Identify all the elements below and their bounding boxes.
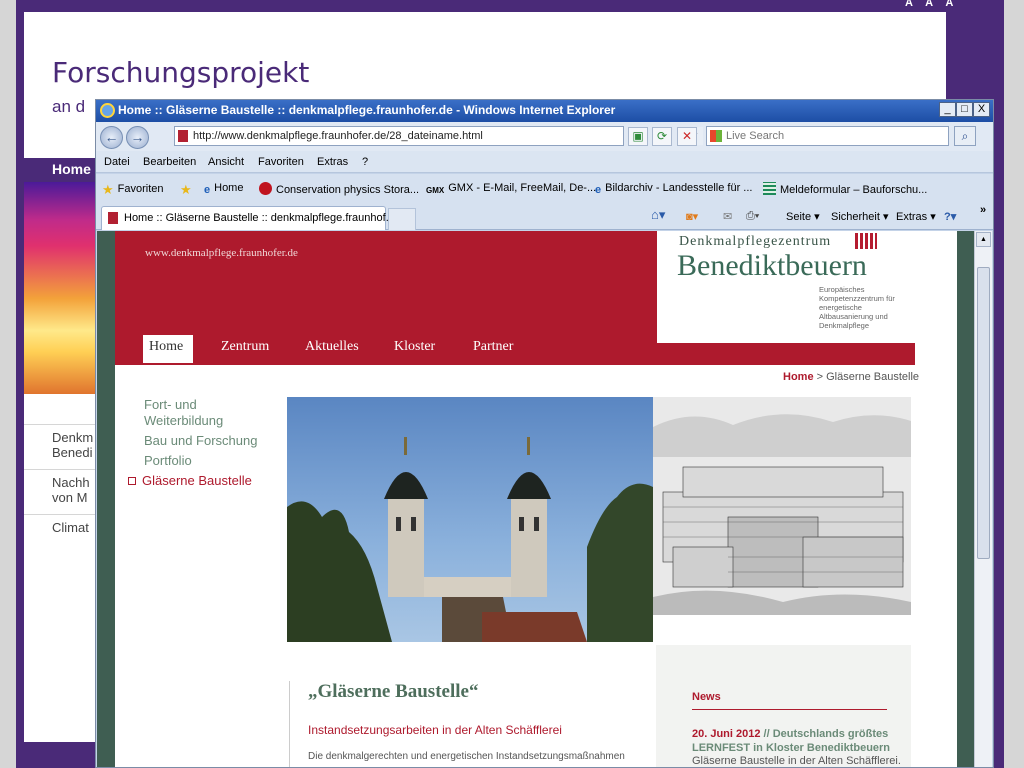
page-menu[interactable]: Seite ▾ (786, 210, 820, 223)
outer-top-strip (16, 0, 1004, 12)
print-icon[interactable]: ⎙▾ (746, 210, 759, 223)
menu-ansicht[interactable]: Ansicht (208, 156, 244, 168)
fav-meldeformular[interactable]: Meldeformular – Bauforschu... (763, 182, 927, 196)
form-icon (763, 182, 776, 195)
tab-active[interactable]: Home :: Gläserne Baustelle :: denkmalpfl… (101, 206, 395, 230)
search-placeholder: Live Search (726, 130, 785, 142)
star-icon: ★ (102, 182, 114, 197)
news-divider (692, 709, 887, 710)
article-title: „Gläserne Baustelle“ (308, 681, 479, 702)
ie-page-icon: e (204, 184, 211, 196)
help-icon[interactable]: ?▾ (944, 210, 956, 223)
new-tab-button[interactable] (388, 208, 416, 230)
news-heading: News (692, 691, 721, 703)
expand-bullet-icon (128, 477, 136, 485)
minimize-button[interactable]: _ (939, 102, 956, 117)
fav-home[interactable]: e Home (204, 182, 243, 197)
safety-menu[interactable]: Sicherheit ▾ (831, 210, 889, 223)
scroll-up-icon[interactable]: ▲ (976, 232, 991, 247)
news-description: Gläserne Baustelle in der Alten Schäffle… (692, 755, 901, 767)
breadcrumb-current: > Gläserne Baustelle (813, 371, 920, 383)
address-url: http://www.denkmalpflege.fraunhofer.de/2… (193, 130, 483, 142)
sidebar-item-portfolio[interactable]: Portfolio (144, 453, 274, 469)
site-logo[interactable]: Denkmalpflegezentrum Benediktbeuern Euro… (657, 231, 915, 343)
site-url-text: www.denkmalpflege.fraunhofer.de (145, 247, 298, 259)
logo-supertitle: Denkmalpflegezentrum (679, 234, 832, 249)
sidebar-item-glaeserne-baustelle[interactable]: Gläserne Baustelle (128, 473, 274, 489)
fav-conservation-physics[interactable]: Conservation physics Stora... (259, 182, 419, 196)
scroll-thumb[interactable] (977, 267, 990, 559)
fav-bildarchiv[interactable]: e Bildarchiv - Landesstelle für ... (595, 182, 752, 197)
outer-nav-home[interactable]: Home (52, 161, 91, 177)
compatibility-icon[interactable]: ▣ (628, 127, 648, 146)
church-towers-photo (287, 397, 653, 642)
breadcrumb-home[interactable]: Home (783, 371, 814, 383)
maximize-button[interactable]: □ (956, 102, 973, 117)
toolbar-overflow[interactable]: » (980, 204, 986, 216)
tools-menu[interactable]: Extras ▾ (896, 210, 936, 223)
site-nav-partner[interactable]: Partner (473, 339, 513, 355)
stop-icon[interactable]: ✕ (677, 127, 697, 146)
refresh-icon[interactable]: ⟳ (652, 127, 672, 146)
menu-favoriten[interactable]: Favoriten (258, 156, 304, 168)
ie-logo-icon (100, 103, 115, 118)
menu-help[interactable]: ? (362, 156, 368, 168)
slide-left-margin (0, 0, 16, 768)
feeds-icon[interactable]: ◙▾ (686, 210, 698, 223)
site-header: www.denkmalpflege.fraunhofer.de Denkmalp… (115, 231, 915, 365)
mail-icon[interactable]: ✉ (723, 210, 732, 223)
home-icon[interactable]: ⌂▾ (651, 207, 665, 223)
tab-label: Home :: Gläserne Baustelle :: denkmalpfl… (124, 212, 395, 224)
site-nav-aktuelles[interactable]: Aktuelles (305, 339, 359, 355)
news-sidebar: News 20. Juni 2012 // Deutschlands größt… (656, 645, 911, 767)
gmx-icon: GMX (426, 186, 445, 195)
fraunhofer-stripes-icon (855, 233, 877, 249)
search-icon[interactable]: ⌕ (954, 126, 976, 146)
menu-bearbeiten[interactable]: Bearbeiten (143, 156, 196, 168)
content-divider (289, 681, 290, 767)
sidebar: Fort- und Weiterbildung Bau und Forschun… (128, 397, 274, 493)
article-subtitle: Instandsetzungsarbeiten in der Alten Sch… (308, 723, 562, 737)
address-bar-row: ← → http://www.denkmalpflege.fraunhofer.… (96, 122, 993, 151)
site-nav-kloster[interactable]: Kloster (394, 339, 435, 355)
site-nav-home[interactable]: Home (143, 335, 193, 363)
sidebar-item-weiterbildung[interactable]: Fort- und Weiterbildung (144, 397, 274, 429)
sidebar-item-bau-forschung[interactable]: Bau und Forschung (144, 433, 274, 449)
close-button[interactable]: X (973, 102, 990, 117)
slide-right-margin (1004, 0, 1024, 768)
menu-bar: Datei Bearbeiten Ansicht Favoriten Extra… (96, 151, 993, 173)
favorites-button[interactable]: ★ Favoriten (102, 182, 164, 197)
website: www.denkmalpflege.fraunhofer.de Denkmalp… (115, 231, 957, 767)
add-favorite-icon[interactable]: ★ (180, 182, 196, 197)
window-title: Home :: Gläserne Baustelle :: denkmalpfl… (118, 103, 616, 117)
vertical-scrollbar[interactable]: ▲ (974, 231, 992, 767)
font-size-switcher[interactable]: A A A (905, 0, 958, 9)
outer-page-subtitle: an d (52, 97, 86, 116)
title-bar: Home :: Gläserne Baustelle :: denkmalpfl… (96, 100, 993, 122)
news-item[interactable]: 20. Juni 2012 // Deutschlands größtes LE… (692, 727, 902, 755)
outer-page-title: Forschungsprojekt (52, 56, 310, 89)
windows-logo-icon (710, 130, 722, 142)
tab-favicon-icon (108, 212, 118, 224)
site-nav-zentrum[interactable]: Zentrum (221, 339, 269, 355)
back-button[interactable]: ← (100, 126, 123, 149)
page-viewport: www.denkmalpflege.fraunhofer.de Denkmalp… (97, 231, 974, 767)
logo-tagline: Europäisches Kompetenzzentrum für energe… (819, 285, 895, 330)
forward-button[interactable]: → (126, 126, 149, 149)
fav-gmx[interactable]: GMX GMX - E-Mail, FreeMail, De-... (426, 182, 596, 199)
address-field[interactable]: http://www.denkmalpflege.fraunhofer.de/2… (174, 126, 703, 146)
fraunhofer-icon (259, 182, 272, 195)
favorites-bar: ★ Favoriten ★ e Home Conservation physics … (96, 174, 993, 202)
site-favicon-icon (178, 130, 188, 142)
search-input[interactable]: Live Search (706, 126, 949, 146)
article-text: Die denkmalgerechten und energetischen I… (308, 751, 625, 762)
browser-window: Home :: Gläserne Baustelle :: denkmalpfl… (95, 99, 994, 768)
ie-page-icon: e (595, 184, 602, 196)
logo-title: Benediktbeuern (677, 249, 867, 282)
tab-bar: Home :: Gläserne Baustelle :: denkmalpfl… (96, 202, 993, 230)
breadcrumb: Home > Gläserne Baustelle (783, 371, 919, 383)
monastery-engraving (653, 397, 911, 615)
menu-datei[interactable]: Datei (104, 156, 130, 168)
menu-extras[interactable]: Extras (317, 156, 348, 168)
